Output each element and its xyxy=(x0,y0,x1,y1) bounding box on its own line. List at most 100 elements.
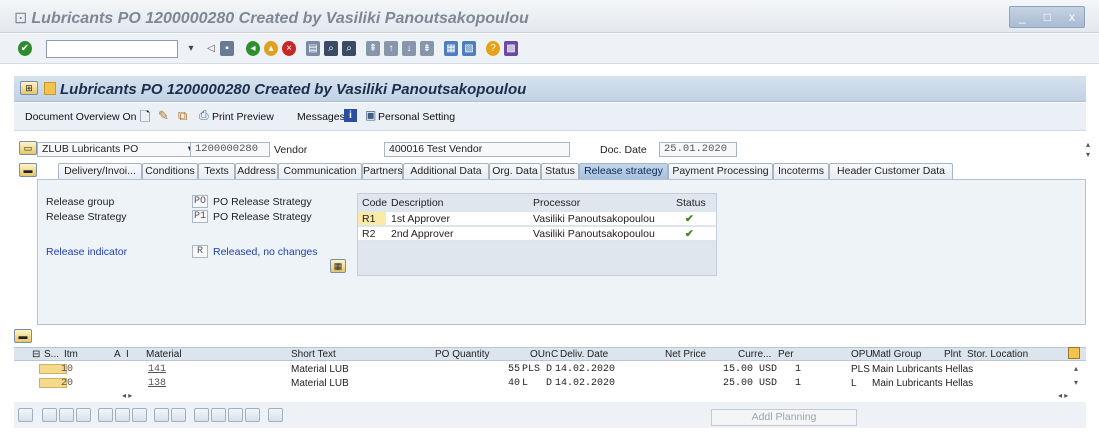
col-status[interactable]: S... xyxy=(44,349,59,360)
tab-panel-toggle-icon[interactable]: ▬ xyxy=(19,163,37,177)
col-item[interactable]: Itm xyxy=(64,349,78,360)
tab-delivery-invoice[interactable]: Delivery/Invoi... xyxy=(58,163,142,179)
filter-icon[interactable] xyxy=(211,408,226,422)
release-indicator-code[interactable]: R xyxy=(192,245,208,258)
print-preview-button[interactable]: Print Preview xyxy=(212,111,274,123)
items-scroll-down-icon[interactable]: ▾ xyxy=(1074,378,1078,387)
header-toggle-icon[interactable]: ▭ xyxy=(19,141,37,155)
find-icon[interactable]: ⌕ xyxy=(324,41,338,56)
help-icon[interactable]: ? xyxy=(486,41,500,56)
tab-release-strategy[interactable]: Release strategy xyxy=(579,163,668,179)
enter-icon[interactable]: ✔ xyxy=(18,41,32,56)
messages-button[interactable]: Messages xyxy=(297,111,345,123)
select-all-icon[interactable]: ⊟ xyxy=(32,349,40,360)
col-net-price[interactable]: Net Price xyxy=(665,349,706,360)
material-link[interactable]: 141 xyxy=(148,364,166,375)
tab-texts[interactable]: Texts xyxy=(198,163,235,179)
col-short-text[interactable]: Short Text xyxy=(291,349,336,360)
other-po-icon[interactable]: ⧉ xyxy=(178,108,187,124)
tab-communication[interactable]: Communication xyxy=(278,163,362,179)
filter-reset-icon[interactable] xyxy=(245,408,260,422)
exit-icon[interactable]: ▴ xyxy=(264,41,278,56)
tab-header-customer-data[interactable]: Header Customer Data xyxy=(829,163,953,179)
doc-type-field[interactable]: ZLUB Lubricants PO▾ xyxy=(37,142,200,157)
next-page-icon[interactable]: ↓ xyxy=(402,41,416,56)
last-page-icon[interactable]: ⇟ xyxy=(420,41,434,56)
personal-setting-button[interactable]: Personal Setting xyxy=(378,111,455,123)
material-link[interactable]: 138 xyxy=(148,378,166,389)
col-plant[interactable]: Plnt xyxy=(944,349,961,360)
tab-additional-data[interactable]: Additional Data xyxy=(403,163,489,179)
edit-icon[interactable]: ✎ xyxy=(158,108,169,124)
col-stor-location[interactable]: Stor. Location xyxy=(967,349,1028,360)
tab-address[interactable]: Address xyxy=(235,163,278,179)
table-row[interactable]: 10 141 Material LUB 55 PLS D 14.02.2020 … xyxy=(14,364,1074,375)
delete-icon[interactable] xyxy=(98,408,113,422)
po-number-field[interactable]: 1200000280 xyxy=(190,142,270,157)
tab-partners[interactable]: Partners xyxy=(362,163,403,179)
col-deliv-date[interactable]: Deliv. Date xyxy=(560,349,608,360)
new-document-icon[interactable]: 🗋 xyxy=(140,108,150,130)
col-po-quantity[interactable]: PO Quantity xyxy=(435,349,489,360)
release-group-code[interactable]: PO xyxy=(192,195,208,208)
prev-page-icon[interactable]: ↑ xyxy=(384,41,398,56)
save-icon[interactable]: ▪ xyxy=(220,41,234,56)
document-overview-button[interactable]: Document Overview On xyxy=(25,111,136,123)
tab-org-data[interactable]: Org. Data xyxy=(489,163,541,179)
first-page-icon[interactable]: ⇞ xyxy=(366,41,380,56)
sort-ascending-icon[interactable] xyxy=(194,408,209,422)
col-oun[interactable]: OUn xyxy=(530,349,551,360)
details-icon[interactable] xyxy=(18,408,33,422)
scroll-down-icon[interactable]: ▾ xyxy=(1086,150,1090,159)
col-matl-group[interactable]: Matl Group xyxy=(872,349,921,360)
info-icon[interactable]: i xyxy=(344,109,357,122)
new-session-icon[interactable]: ▦ xyxy=(444,41,458,56)
filter-set-icon[interactable] xyxy=(228,408,243,422)
paste-icon[interactable] xyxy=(268,408,283,422)
command-field[interactable] xyxy=(46,40,178,58)
release-details-icon[interactable]: ▦ xyxy=(330,259,346,273)
col-account[interactable]: A xyxy=(114,349,121,360)
copy-icon[interactable] xyxy=(132,408,147,422)
document-icon[interactable]: ⊞ xyxy=(20,81,38,95)
tab-conditions[interactable]: Conditions xyxy=(142,163,198,179)
tab-incoterms[interactable]: Incoterms xyxy=(773,163,829,179)
back-nav-icon[interactable]: ◂ xyxy=(246,41,260,56)
scroll-left-right-icon[interactable]: ◂ ▸ xyxy=(122,391,132,400)
lock-icon[interactable] xyxy=(115,408,130,422)
h-scroll-icon[interactable]: ◂ ▸ xyxy=(1058,391,1068,400)
item-overview-toggle-icon[interactable]: ▬ xyxy=(14,329,32,343)
items-scroll-up-icon[interactable]: ▴ xyxy=(1074,364,1078,373)
col-c[interactable]: C xyxy=(551,349,558,360)
print-icon[interactable]: ▤ xyxy=(306,41,320,56)
col-material[interactable]: Material xyxy=(146,349,182,360)
dropdown-arrow-icon[interactable]: ▾ xyxy=(184,41,198,56)
schedule-icon[interactable] xyxy=(171,408,186,422)
cancel-icon[interactable]: × xyxy=(282,41,296,56)
release-strategy-code[interactable]: P1 xyxy=(192,210,208,223)
layout-icon[interactable]: ▩ xyxy=(504,41,518,56)
col-item-cat[interactable]: I xyxy=(126,349,129,360)
deselect-all-icon[interactable] xyxy=(76,408,91,422)
vendor-field[interactable]: 400016 Test Vendor xyxy=(384,142,570,157)
release-row[interactable]: R2 2nd Approver Vasiliki Panoutsakopoulo… xyxy=(358,227,716,241)
tab-status[interactable]: Status xyxy=(541,163,579,179)
table-settings-icon[interactable] xyxy=(1068,347,1080,359)
find-next-icon[interactable]: ⌕ xyxy=(342,41,356,56)
conditions-icon[interactable] xyxy=(154,408,169,422)
col-currency[interactable]: Curre... xyxy=(738,349,771,360)
scroll-up-icon[interactable]: ▴ xyxy=(1086,140,1090,149)
table-row[interactable]: 20 138 Material LUB 40 L D 14.02.2020 25… xyxy=(14,378,1074,389)
maximize-button[interactable]: □ xyxy=(1044,10,1051,24)
addl-planning-button[interactable]: Addl Planning xyxy=(711,409,857,426)
close-button[interactable]: x xyxy=(1069,10,1075,24)
select-block-icon[interactable] xyxy=(59,408,74,422)
col-per[interactable]: Per xyxy=(778,349,794,360)
shortcut-icon[interactable]: ▧ xyxy=(462,41,476,56)
release-row[interactable]: R1 1st Approver Vasiliki Panoutsakopoulo… xyxy=(358,212,716,226)
doc-date-field[interactable]: 25.01.2020 xyxy=(659,142,737,157)
tab-payment-processing[interactable]: Payment Processing xyxy=(668,163,773,179)
col-opu[interactable]: OPU xyxy=(851,349,873,360)
select-all-items-icon[interactable] xyxy=(42,408,57,422)
minimize-button[interactable]: _ xyxy=(1019,10,1026,24)
